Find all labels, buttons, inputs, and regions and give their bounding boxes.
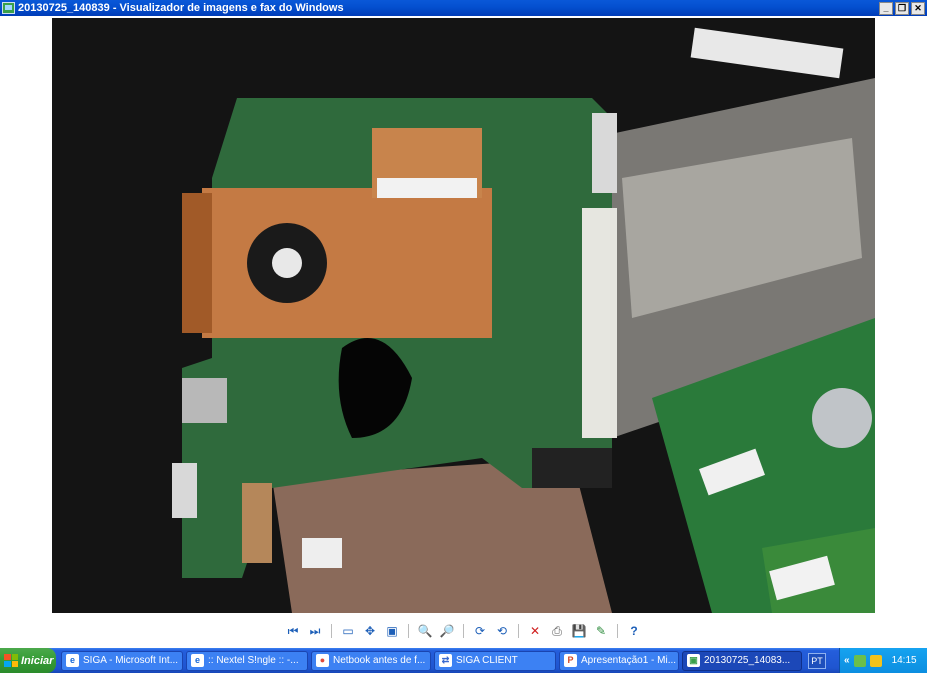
- minimize-button[interactable]: _: [879, 1, 893, 15]
- previous-image-button[interactable]: ⏮: [284, 622, 302, 640]
- security-shield-icon[interactable]: [869, 654, 882, 667]
- taskbar-item-label: 20130725_14083...: [704, 655, 791, 666]
- arrows-icon: ⇄: [439, 654, 452, 667]
- close-button[interactable]: ✕: [911, 1, 925, 15]
- actual-size-icon: ✥: [364, 624, 376, 638]
- delete-icon: ✕: [529, 624, 541, 638]
- toolbar-separator: [331, 624, 332, 638]
- zoom-out-icon: 🔎: [439, 624, 455, 638]
- chrome-icon: ●: [316, 654, 329, 667]
- edit-icon: ✎: [595, 624, 607, 638]
- help-icon: ?: [630, 624, 638, 638]
- taskbar-item-nextel-ie[interactable]: e :: Nextel S!ngle :: -...: [186, 650, 308, 671]
- print-icon: ⎙: [552, 623, 562, 638]
- rotate-clockwise-icon: ⟳: [474, 624, 486, 638]
- save-icon: 💾: [571, 624, 587, 638]
- language-indicator[interactable]: PT: [808, 652, 826, 669]
- best-fit-icon: ▭: [342, 624, 354, 638]
- taskbar-item-siga-client[interactable]: ⇄ SIGA CLIENT: [434, 650, 556, 671]
- help-button[interactable]: ?: [625, 622, 643, 640]
- displayed-photo: [52, 18, 875, 613]
- save-button[interactable]: 💾: [570, 622, 588, 640]
- taskbar-item-label: SIGA - Microsoft Int...: [83, 655, 179, 666]
- powerpoint-icon: P: [564, 654, 577, 667]
- image-viewer-icon: ▣: [687, 654, 700, 667]
- zoom-in-button[interactable]: 🔍: [416, 622, 434, 640]
- slideshow-icon: ▣: [386, 624, 398, 638]
- rotate-counterclockwise-button[interactable]: ⟲: [493, 622, 511, 640]
- taskbar-item-powerpoint[interactable]: P Apresentação1 - Mi...: [559, 650, 679, 671]
- window-title-bar[interactable]: 20130725_140839 - Visualizador de imagen…: [0, 0, 927, 16]
- taskbar-item-label: SIGA CLIENT: [456, 655, 518, 666]
- toolbar-separator: [408, 624, 409, 638]
- taskbar-item-label: Netbook antes de f...: [333, 655, 426, 666]
- toolbar-separator: [617, 624, 618, 638]
- actual-size-button[interactable]: ✥: [361, 622, 379, 640]
- rotate-counterclockwise-icon: ⟲: [496, 624, 508, 638]
- photo-motherboard: [52, 18, 875, 613]
- start-button[interactable]: Iniciar: [0, 648, 56, 673]
- taskbar-item-label: Apresentação1 - Mi...: [581, 655, 677, 666]
- toolbar-separator: [463, 624, 464, 638]
- taskbar-item-netbook-chrome[interactable]: ● Netbook antes de f...: [311, 650, 431, 671]
- system-tray: « 14:15: [839, 648, 927, 673]
- zoom-out-button[interactable]: 🔎: [438, 622, 456, 640]
- slideshow-button[interactable]: ▣: [383, 622, 401, 640]
- start-label: Iniciar: [21, 654, 54, 667]
- image-viewer-icon: [2, 2, 15, 14]
- open-for-editing-button[interactable]: ✎: [592, 622, 610, 640]
- window-title: 20130725_140839 - Visualizador de imagen…: [18, 2, 344, 14]
- windows-logo-icon: [4, 654, 18, 667]
- network-icon[interactable]: [853, 654, 866, 667]
- ie-icon: e: [66, 654, 79, 667]
- previous-icon: ⏮: [287, 623, 299, 638]
- next-icon: ⏭: [309, 623, 321, 638]
- next-image-button[interactable]: ⏭: [306, 622, 324, 640]
- viewer-toolbar: ⏮ ⏭ ▭ ✥ ▣ 🔍 🔎 ⟳ ⟲ ✕ ⎙ 💾 ✎ ?: [0, 620, 927, 642]
- rotate-clockwise-button[interactable]: ⟳: [471, 622, 489, 640]
- taskbar-item-siga-ie[interactable]: e SIGA - Microsoft Int...: [61, 650, 183, 671]
- tray-expand-button[interactable]: «: [844, 655, 850, 666]
- taskbar-item-label: :: Nextel S!ngle :: -...: [208, 655, 299, 666]
- ie-icon: e: [191, 654, 204, 667]
- best-fit-button[interactable]: ▭: [339, 622, 357, 640]
- restore-button[interactable]: ❐: [895, 1, 909, 15]
- zoom-in-icon: 🔍: [417, 624, 433, 638]
- taskbar: Iniciar e SIGA - Microsoft Int... e :: N…: [0, 648, 927, 673]
- image-viewer-area: [0, 16, 927, 648]
- clock[interactable]: 14:15: [892, 655, 917, 666]
- taskbar-item-image-viewer[interactable]: ▣ 20130725_14083...: [682, 650, 802, 671]
- print-button[interactable]: ⎙: [548, 622, 566, 640]
- toolbar-separator: [518, 624, 519, 638]
- delete-button[interactable]: ✕: [526, 622, 544, 640]
